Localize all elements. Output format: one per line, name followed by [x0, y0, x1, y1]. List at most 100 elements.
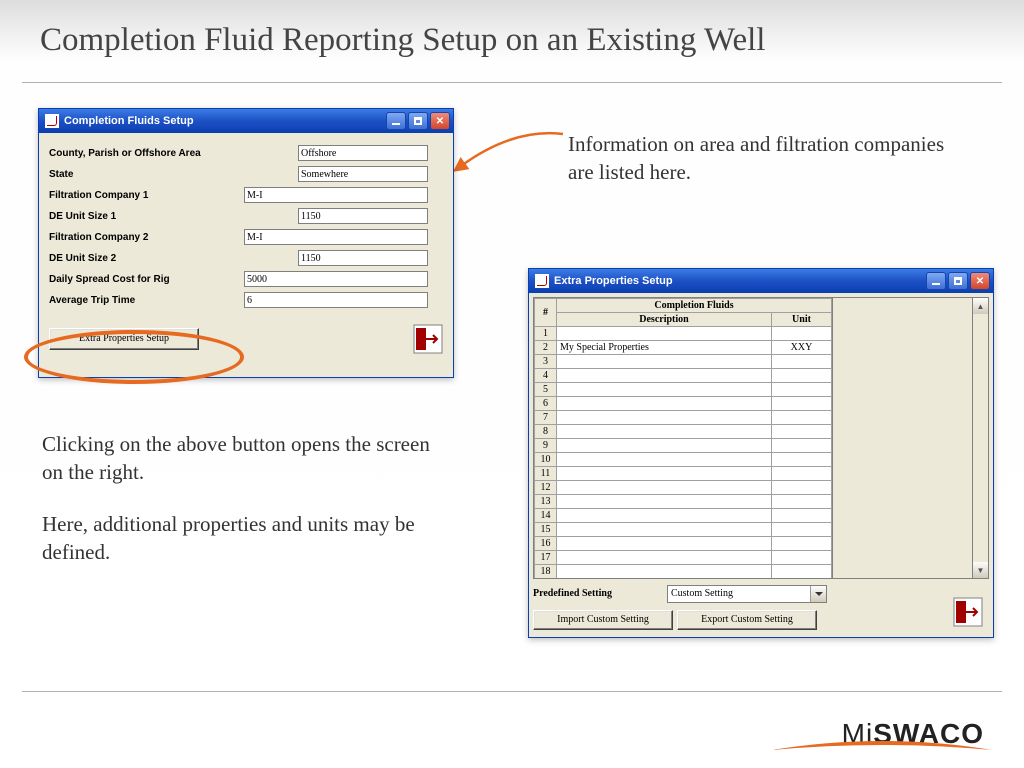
filtration1-field[interactable] [244, 187, 428, 203]
trip-field[interactable] [244, 292, 428, 308]
cell-description[interactable] [557, 523, 772, 537]
cell-unit[interactable] [772, 565, 832, 579]
predefined-setting-value: Custom Setting [668, 588, 810, 599]
cell-unit[interactable] [772, 481, 832, 495]
state-field[interactable] [298, 166, 428, 182]
predefined-setting-select[interactable]: Custom Setting [667, 585, 827, 603]
table-row[interactable]: 12 [535, 481, 832, 495]
exit-icon[interactable] [413, 324, 443, 354]
minimize-button[interactable] [926, 272, 946, 290]
logo-part2: SWACO [873, 718, 984, 749]
cell-unit[interactable] [772, 369, 832, 383]
row-number: 7 [535, 411, 557, 425]
row-number: 5 [535, 383, 557, 397]
cell-unit[interactable]: XXY [772, 341, 832, 355]
col-hash: # [535, 299, 557, 327]
cell-description[interactable] [557, 369, 772, 383]
cell-description[interactable] [557, 397, 772, 411]
cell-description[interactable] [557, 565, 772, 579]
filtration2-field[interactable] [244, 229, 428, 245]
scroll-up-icon[interactable]: ▲ [973, 298, 988, 314]
table-row[interactable]: 17 [535, 551, 832, 565]
spread-field[interactable] [244, 271, 428, 287]
cell-unit[interactable] [772, 411, 832, 425]
properties-grid: # Completion Fluids Description Unit 12M… [533, 297, 989, 579]
table-row[interactable]: 16 [535, 537, 832, 551]
row-number: 11 [535, 467, 557, 481]
table-row[interactable]: 14 [535, 509, 832, 523]
import-custom-setting-button[interactable]: Import Custom Setting [533, 610, 673, 630]
chevron-down-icon[interactable] [810, 586, 826, 602]
cell-description[interactable] [557, 439, 772, 453]
table-row[interactable]: 13 [535, 495, 832, 509]
cell-description[interactable] [557, 411, 772, 425]
cell-unit[interactable] [772, 355, 832, 369]
table-row[interactable]: 9 [535, 439, 832, 453]
cell-unit[interactable] [772, 397, 832, 411]
table-row[interactable]: 2My Special PropertiesXXY [535, 341, 832, 355]
de1-field[interactable] [298, 208, 428, 224]
county-label: County, Parish or Offshore Area [49, 148, 244, 159]
cell-unit[interactable] [772, 439, 832, 453]
county-field[interactable] [298, 145, 428, 161]
maximize-button[interactable] [948, 272, 968, 290]
cell-unit[interactable] [772, 327, 832, 341]
scroll-down-icon[interactable]: ▼ [973, 562, 988, 578]
close-button[interactable] [430, 112, 450, 130]
app-icon [535, 274, 549, 288]
cell-description[interactable] [557, 509, 772, 523]
de2-field[interactable] [298, 250, 428, 266]
cell-description[interactable] [557, 453, 772, 467]
export-custom-setting-button[interactable]: Export Custom Setting [677, 610, 817, 630]
maximize-button[interactable] [408, 112, 428, 130]
cell-description[interactable] [557, 355, 772, 369]
table-row[interactable]: 4 [535, 369, 832, 383]
row-number: 8 [535, 425, 557, 439]
extra-properties-setup-button[interactable]: Extra Properties Setup [49, 328, 199, 350]
cell-description[interactable] [557, 551, 772, 565]
trip-label: Average Trip Time [49, 295, 244, 306]
callout-arrow-icon [453, 118, 573, 178]
cell-unit[interactable] [772, 537, 832, 551]
table-row[interactable]: 8 [535, 425, 832, 439]
cell-unit[interactable] [772, 467, 832, 481]
table-row[interactable]: 10 [535, 453, 832, 467]
table-row[interactable]: 15 [535, 523, 832, 537]
annotation-define: Here, additional properties and units ma… [42, 510, 432, 567]
table-row[interactable]: 18 [535, 565, 832, 579]
row-number: 9 [535, 439, 557, 453]
miswaco-logo: MiSWACO [842, 718, 984, 750]
cell-description[interactable] [557, 327, 772, 341]
row-number: 3 [535, 355, 557, 369]
cell-description[interactable]: My Special Properties [557, 341, 772, 355]
logo-part1: Mi [842, 718, 874, 749]
cell-unit[interactable] [772, 453, 832, 467]
cell-description[interactable] [557, 481, 772, 495]
table-row[interactable]: 11 [535, 467, 832, 481]
titlebar[interactable]: Extra Properties Setup [529, 269, 993, 293]
row-number: 2 [535, 341, 557, 355]
exit-icon[interactable] [953, 597, 983, 627]
completion-fluids-setup-window: Completion Fluids Setup County, Parish o… [38, 108, 454, 378]
table-row[interactable]: 7 [535, 411, 832, 425]
table-row[interactable]: 3 [535, 355, 832, 369]
table-row[interactable]: 6 [535, 397, 832, 411]
minimize-button[interactable] [386, 112, 406, 130]
table-row[interactable]: 1 [535, 327, 832, 341]
cell-description[interactable] [557, 495, 772, 509]
cell-description[interactable] [557, 467, 772, 481]
cell-unit[interactable] [772, 383, 832, 397]
close-button[interactable] [970, 272, 990, 290]
cell-description[interactable] [557, 383, 772, 397]
app-icon [45, 114, 59, 128]
cell-unit[interactable] [772, 523, 832, 537]
cell-unit[interactable] [772, 509, 832, 523]
titlebar[interactable]: Completion Fluids Setup [39, 109, 453, 133]
cell-unit[interactable] [772, 495, 832, 509]
table-row[interactable]: 5 [535, 383, 832, 397]
cell-description[interactable] [557, 537, 772, 551]
cell-unit[interactable] [772, 551, 832, 565]
cell-description[interactable] [557, 425, 772, 439]
vertical-scrollbar[interactable]: ▲ ▼ [972, 298, 988, 578]
cell-unit[interactable] [772, 425, 832, 439]
